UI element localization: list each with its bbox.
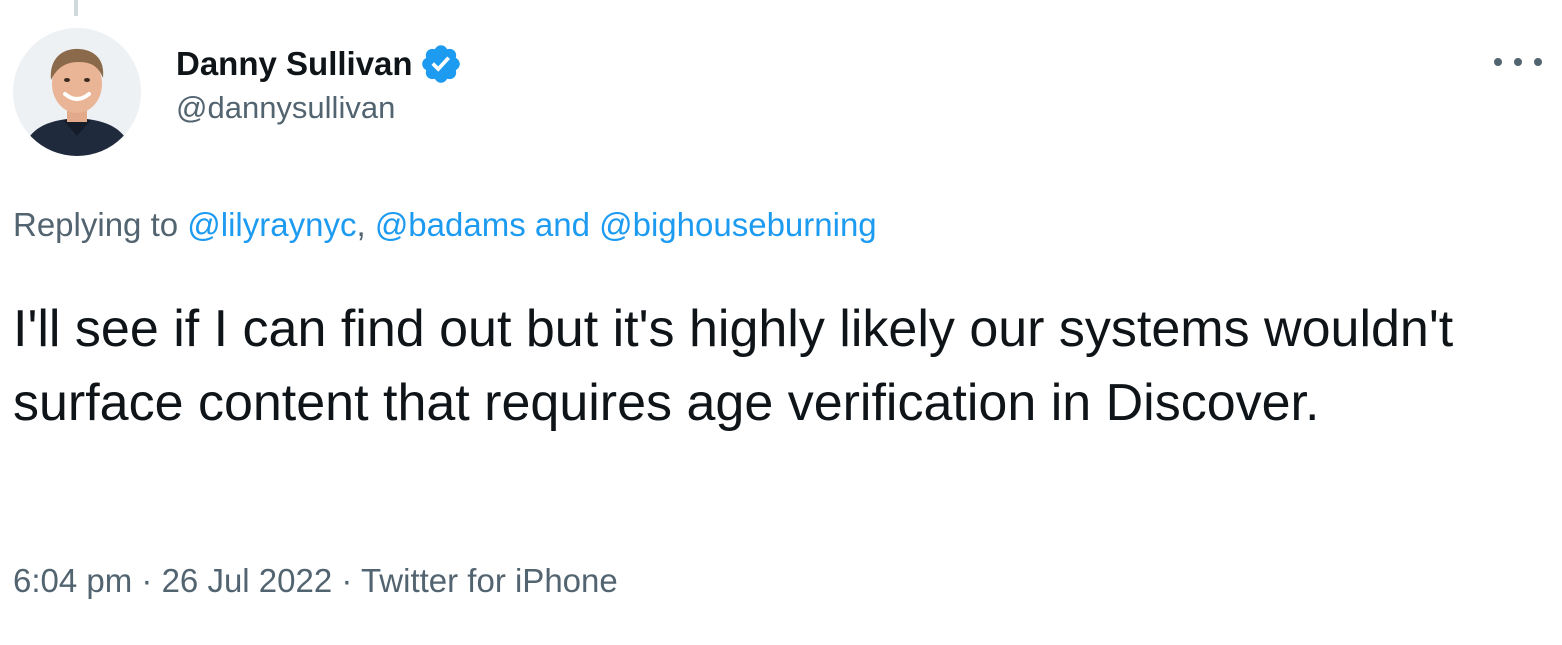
author-handle[interactable]: @dannysullivan [176, 90, 463, 126]
mention-link[interactable]: @lilyraynyc [187, 206, 356, 243]
replying-to-line: Replying to @lilyraynyc, @badams and @bi… [13, 206, 877, 244]
more-dot-icon [1534, 58, 1542, 66]
more-dot-icon [1514, 58, 1522, 66]
meta-separator: · [132, 562, 162, 599]
author-name-row: Danny Sullivan [176, 40, 463, 88]
verified-badge-icon [419, 42, 463, 86]
mention-link[interactable]: @bighouseburning [599, 206, 877, 243]
mention-conjunction[interactable]: and [526, 206, 599, 243]
replying-to-prefix: Replying to [13, 206, 188, 243]
mention-separator: , [356, 206, 375, 243]
tweet-source[interactable]: Twitter for iPhone [361, 562, 618, 599]
tweet-metadata: 6:04 pm · 26 Jul 2022 · Twitter for iPho… [13, 562, 618, 600]
avatar-image [13, 28, 141, 156]
tweet-time[interactable]: 6:04 pm [13, 562, 132, 599]
tweet-date[interactable]: 26 Jul 2022 [162, 562, 333, 599]
meta-separator: · [332, 562, 361, 599]
avatar[interactable] [13, 28, 141, 156]
author-display-name[interactable]: Danny Sullivan [176, 45, 413, 83]
tweet-author: Danny Sullivan @dannysullivan [176, 40, 463, 126]
tweet-text: I'll see if I can find out but it's high… [13, 300, 1468, 432]
more-options-icon[interactable] [1494, 48, 1542, 76]
more-dot-icon [1494, 58, 1502, 66]
mention-link[interactable]: @badams [375, 206, 526, 243]
thread-connector-line [74, 0, 78, 16]
